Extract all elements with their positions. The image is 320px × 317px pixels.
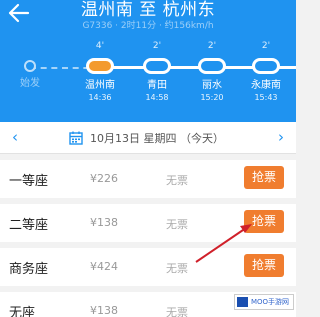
- station-node-icon: [143, 58, 171, 74]
- station-0: 始发: [3, 40, 57, 91]
- train-subtitle: G7336 · 2时11分 · 约156km/h: [82, 21, 214, 31]
- seat-availability: 无票: [166, 218, 188, 231]
- seat-row: 商务座 ¥424 无票 抢票: [0, 248, 296, 286]
- date-bar: ‹ 10月13日 星期四 （今天） ›: [0, 122, 296, 154]
- seat-availability: 无票: [166, 306, 188, 317]
- station-node-icon: [86, 58, 114, 74]
- watermark-logo-icon: [237, 297, 248, 307]
- grab-ticket-button[interactable]: 抢票: [244, 166, 284, 189]
- seat-type: 一等座: [9, 174, 49, 189]
- seat-price: ¥424: [90, 260, 118, 273]
- station-2[interactable]: 4' 温州南 14:36: [73, 40, 127, 103]
- prev-day-chevron-icon[interactable]: ‹: [12, 128, 18, 146]
- calendar-icon[interactable]: [69, 131, 83, 145]
- station-node-icon: [198, 58, 226, 74]
- station-4[interactable]: 2' 丽水 15:20: [185, 40, 239, 103]
- seat-row: 一等座 ¥226 无票 抢票: [0, 160, 296, 198]
- page-title: 温州南 至 杭州东: [80, 0, 216, 20]
- station-timeline: 始发 4' 温州南 14:36 2' 青田 14:58 2' 丽水 15:20 …: [0, 40, 296, 110]
- seat-availability: 无票: [166, 174, 188, 187]
- date-label[interactable]: 10月13日 星期四 （今天）: [90, 130, 224, 146]
- watermark-text: MOO手游网: [251, 298, 290, 306]
- station-3[interactable]: 2' 青田 14:58: [130, 40, 184, 103]
- seat-price: ¥138: [90, 304, 118, 317]
- grab-ticket-button[interactable]: 抢票: [244, 254, 284, 277]
- station-5[interactable]: 2' 永康南 15:43: [239, 40, 293, 103]
- watermark: MOO手游网: [234, 294, 294, 310]
- grab-ticket-button[interactable]: 抢票: [244, 210, 284, 233]
- seat-availability: 无票: [166, 262, 188, 275]
- seat-price: ¥226: [90, 172, 118, 185]
- station-node-icon: [252, 58, 280, 74]
- header: 温州南 至 杭州东 G7336 · 2时11分 · 约156km/h 始发 4'…: [0, 0, 296, 122]
- seat-type: 无座: [9, 306, 36, 317]
- seat-type: 二等座: [9, 218, 49, 233]
- seat-row: 二等座 ¥138 无票 抢票: [0, 204, 296, 242]
- seat-price: ¥138: [90, 216, 118, 229]
- next-day-chevron-icon[interactable]: ›: [278, 128, 284, 146]
- seat-type: 商务座: [9, 262, 49, 277]
